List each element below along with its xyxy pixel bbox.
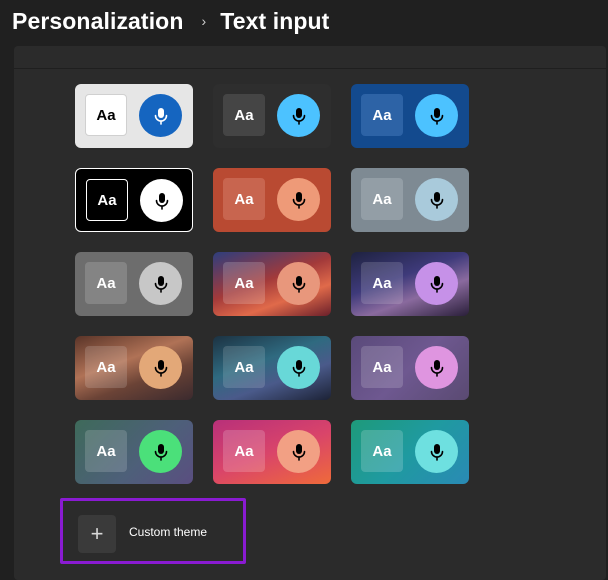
theme-tile-slate[interactable]: Aa	[351, 168, 469, 232]
microphone-icon	[277, 178, 320, 221]
theme-preview-text: Aa	[85, 262, 127, 304]
microphone-icon	[277, 430, 320, 473]
theme-tile-mint[interactable]: Aa	[75, 420, 193, 484]
page-title: Text input	[220, 7, 330, 34]
theme-tile-dark[interactable]: Aa	[213, 84, 331, 148]
theme-tile-copper-flow[interactable]: Aa	[75, 336, 193, 400]
theme-preview-text: Aa	[223, 262, 265, 304]
microphone-icon	[277, 94, 320, 137]
microphone-icon	[415, 94, 458, 137]
microphone-icon	[415, 430, 458, 473]
theme-tile-blue[interactable]: Aa	[351, 84, 469, 148]
microphone-icon	[415, 178, 458, 221]
theme-preview-text: Aa	[85, 430, 127, 472]
theme-preview-text: Aa	[223, 430, 265, 472]
microphone-icon	[277, 262, 320, 305]
microphone-icon	[415, 262, 458, 305]
microphone-icon	[140, 179, 183, 222]
theme-tile-violet-flow[interactable]: Aa	[351, 252, 469, 316]
theme-tile-pink-orange[interactable]: Aa	[213, 420, 331, 484]
theme-tile-lavender[interactable]: Aa	[351, 336, 469, 400]
breadcrumb: Personalization › Text input	[12, 5, 329, 37]
theme-preview-text: Aa	[361, 346, 403, 388]
breadcrumb-parent[interactable]: Personalization	[12, 8, 183, 35]
microphone-icon	[139, 346, 182, 389]
theme-preview-text: Aa	[361, 430, 403, 472]
custom-theme-button[interactable]: + Custom theme	[60, 498, 246, 564]
themes-panel: Aa Aa Aa Aa Aa Aa Aa Aa Aa Aa Aa Aa Aa Aa Aa + Custom …	[14, 46, 606, 580]
theme-tile-rust[interactable]: Aa	[213, 168, 331, 232]
theme-tile-high-contrast[interactable]: Aa	[75, 168, 193, 232]
microphone-icon	[139, 94, 182, 137]
theme-preview-text: Aa	[223, 346, 265, 388]
theme-tile-teal-flow[interactable]: Aa	[213, 336, 331, 400]
theme-preview-text: Aa	[361, 178, 403, 220]
theme-preview-text: Aa	[361, 94, 403, 136]
theme-tile-gray[interactable]: Aa	[75, 252, 193, 316]
theme-tile-light[interactable]: Aa	[75, 84, 193, 148]
microphone-icon	[415, 346, 458, 389]
microphone-icon	[277, 346, 320, 389]
add-icon: +	[78, 515, 116, 553]
theme-tile-teal[interactable]: Aa	[351, 420, 469, 484]
microphone-icon	[139, 262, 182, 305]
microphone-icon	[139, 430, 182, 473]
theme-preview-text: Aa	[85, 346, 127, 388]
theme-tile-sunset[interactable]: Aa	[213, 252, 331, 316]
theme-preview-text: Aa	[361, 262, 403, 304]
theme-preview-text: Aa	[85, 94, 127, 136]
theme-preview-text: Aa	[223, 178, 265, 220]
panel-header-strip	[14, 46, 606, 69]
chevron-right-icon: ›	[201, 13, 207, 29]
theme-preview-text: Aa	[223, 94, 265, 136]
theme-preview-text: Aa	[86, 179, 128, 221]
custom-theme-label: Custom theme	[129, 525, 208, 539]
